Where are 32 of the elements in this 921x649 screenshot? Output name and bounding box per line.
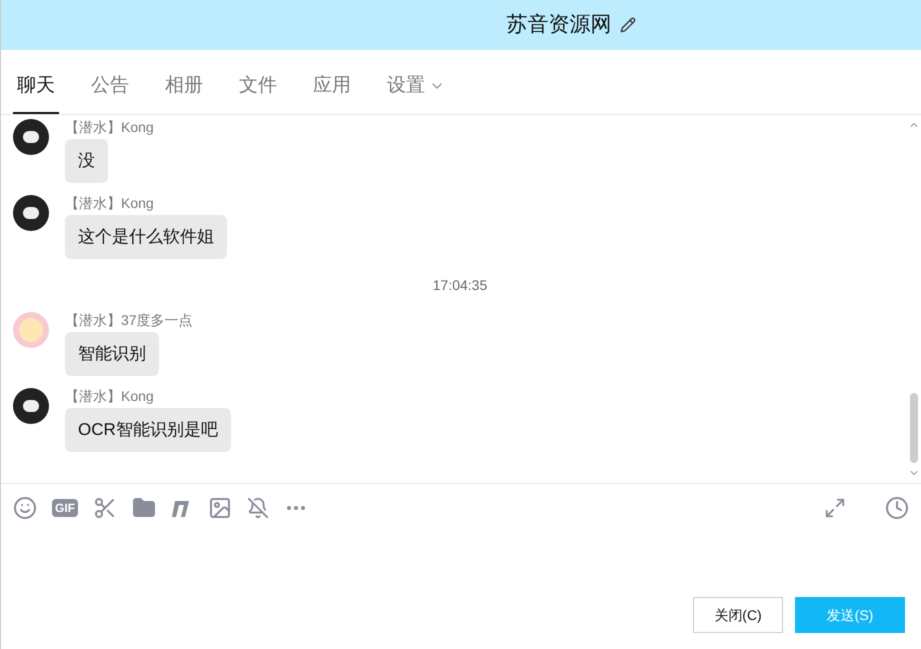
avatar xyxy=(13,195,49,231)
history-clock-icon[interactable] xyxy=(885,496,909,520)
close-button[interactable]: 关闭(C) xyxy=(693,597,783,633)
scissors-icon[interactable] xyxy=(93,496,117,520)
expand-icon[interactable] xyxy=(824,496,846,518)
folder-icon[interactable] xyxy=(132,496,156,520)
tab[interactable]: 公告 xyxy=(87,72,133,114)
window-title: 苏音资源网 xyxy=(506,12,612,38)
edit-icon[interactable] xyxy=(620,17,636,33)
message-bubble: 智能识别 xyxy=(65,332,159,376)
message-bubble: 这个是什么软件姐 xyxy=(65,215,227,259)
avatar xyxy=(13,119,49,155)
sender-name: 【潜水】Kong xyxy=(65,195,154,211)
sender-name: 【潜水】Kong xyxy=(65,119,154,135)
tab[interactable]: 聊天 xyxy=(13,72,59,114)
avatar xyxy=(13,388,49,424)
message-bubble: 没 xyxy=(65,139,108,183)
tab[interactable]: 设置 xyxy=(383,72,449,114)
gif-button[interactable]: GIF xyxy=(52,498,78,516)
timestamp: 17:04:35 xyxy=(432,276,488,295)
tab[interactable]: 应用 xyxy=(309,72,355,114)
emoji-icon[interactable] xyxy=(13,496,37,520)
image-icon[interactable] xyxy=(208,496,232,520)
tab[interactable]: 相册 xyxy=(161,72,207,114)
sender-name: 【潜水】37度多一点 xyxy=(65,312,193,328)
scrollbar-thumb[interactable] xyxy=(910,393,918,463)
tab[interactable]: 文件 xyxy=(235,72,281,114)
mute-bell-icon[interactable] xyxy=(247,496,269,518)
avatar xyxy=(13,312,49,348)
send-button[interactable]: 发送(S) xyxy=(795,597,905,633)
message-bubble: OCR智能识别是吧 xyxy=(65,408,231,452)
sender-name: 【潜水】Kong xyxy=(65,388,154,404)
